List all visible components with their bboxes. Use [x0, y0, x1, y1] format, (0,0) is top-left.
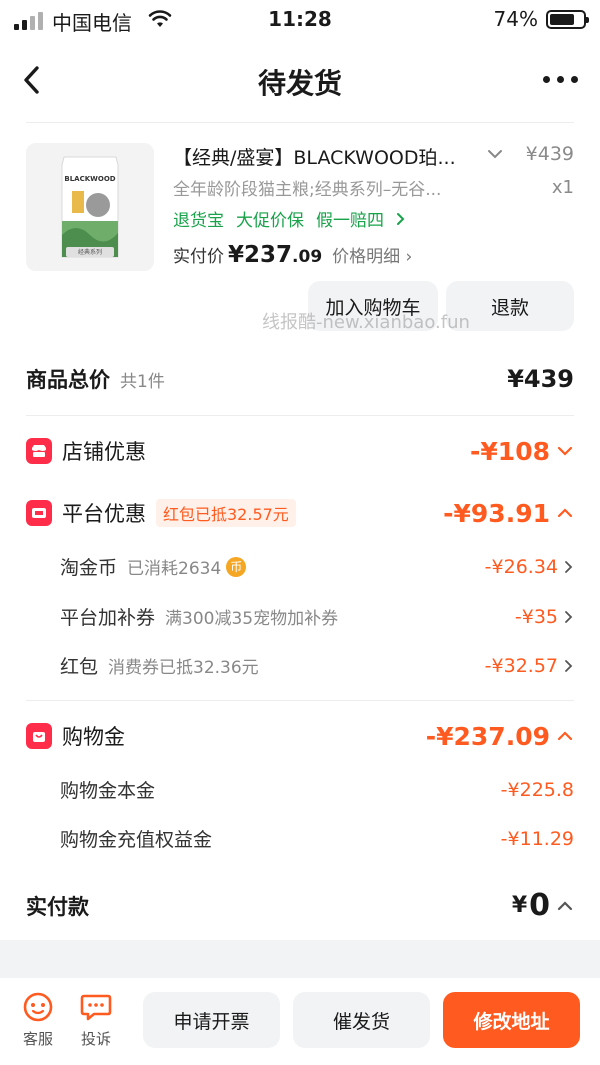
- divider: [26, 415, 574, 416]
- actual-paid-amount: 0: [529, 888, 550, 923]
- red-packet-amount: -¥32.57: [484, 654, 558, 677]
- platform-discount-row[interactable]: 平台优惠 红包已抵32.57元 -¥93.91: [26, 498, 574, 528]
- gold-principal-label: 购物金本金: [60, 780, 156, 802]
- platform-discount-amount: -¥93.91: [443, 498, 550, 528]
- shop-discount-label: 店铺优惠: [62, 440, 146, 464]
- taojinbi-amount: -¥26.34: [484, 555, 558, 578]
- add-to-cart-button[interactable]: 加入购物车: [308, 281, 438, 331]
- total-label: 商品总价: [26, 368, 110, 392]
- complaint-icon: [80, 994, 112, 1021]
- product-sku[interactable]: 全年龄阶段猫主粮;经典系列–无谷...: [173, 175, 483, 200]
- chevron-up-icon: [557, 508, 573, 518]
- change-address-button[interactable]: 修改地址: [443, 992, 580, 1048]
- platform-discount-label: 平台优惠: [62, 502, 146, 526]
- chevron-up-icon: [557, 900, 573, 910]
- actual-paid-row[interactable]: 实付款 ¥ 0: [26, 888, 574, 923]
- gold-bonus-label: 购物金充值权益金: [60, 829, 213, 851]
- svg-text:经典系列: 经典系列: [78, 248, 102, 256]
- platform-item-row[interactable]: 平台加补券 满300减35宠物加补券 -¥35: [60, 603, 574, 630]
- total-amount: ¥439: [507, 365, 574, 393]
- bonus-coupon-amount: -¥35: [514, 605, 558, 628]
- actual-paid-label: 实付款: [26, 894, 89, 919]
- service-guarantees[interactable]: 退货宝 大促价保 假一赔四: [173, 206, 406, 231]
- refund-button[interactable]: 退款: [446, 281, 574, 331]
- battery-percent: 74%: [493, 7, 538, 31]
- bottom-action-bar: 客服 投诉 申请开票 催发货 修改地址: [0, 978, 600, 1065]
- complaint-button[interactable]: 投诉: [74, 992, 118, 1049]
- chevron-right-icon: [397, 212, 405, 225]
- more-button[interactable]: [543, 76, 578, 83]
- shopping-gold-amount: -¥237.09: [425, 721, 550, 751]
- red-packet-label: 红包: [60, 656, 99, 678]
- battery-icon: [546, 10, 589, 29]
- status-bar: 中国电信 11:28 74%: [0, 0, 600, 40]
- chevron-right-icon: [565, 560, 573, 573]
- urge-shipping-button[interactable]: 催发货: [293, 992, 430, 1048]
- gold-principal-amount: -¥225.8: [500, 778, 574, 801]
- page-title: 待发货: [257, 67, 342, 100]
- customer-service-icon: [23, 992, 53, 1022]
- shop-discount-row[interactable]: 店铺优惠 -¥108: [26, 436, 574, 466]
- price-detail-link[interactable]: 价格明细 ›: [332, 242, 412, 267]
- svg-text:BLACKWOOD: BLACKWOOD: [64, 175, 115, 183]
- paid-label: 实付价: [173, 247, 224, 267]
- platform-item-row[interactable]: 淘金币 已消耗2634 币 -¥26.34: [60, 553, 574, 580]
- chevron-down-icon[interactable]: [486, 146, 504, 166]
- service-return: 退货宝: [173, 211, 224, 231]
- paid-decimals: .09: [292, 247, 323, 267]
- request-invoice-button[interactable]: 申请开票: [143, 992, 280, 1048]
- service-price-protect: 大促价保: [236, 211, 304, 231]
- nav-bar: 待发货: [0, 50, 600, 110]
- shopping-gold-label: 购物金: [62, 725, 125, 749]
- chevron-right-icon: [565, 610, 573, 623]
- customer-service-label: 客服: [22, 1030, 53, 1048]
- red-packet-tag: 红包已抵32.57元: [156, 499, 296, 527]
- gold-bonus-amount: -¥11.29: [500, 827, 574, 850]
- taojinbi-sub: 已消耗2634: [127, 559, 222, 579]
- chevron-right-icon: [565, 659, 573, 672]
- actual-paid-currency: ¥: [511, 893, 528, 918]
- customer-service-button[interactable]: 客服: [16, 992, 60, 1049]
- paid-currency: ¥: [228, 242, 245, 268]
- product-price: ¥439: [525, 143, 574, 165]
- bonus-coupon-sub: 满300减35宠物加补券: [165, 609, 339, 629]
- shopping-gold-item-row: 购物金本金 -¥225.8: [60, 776, 574, 803]
- paid-price: 实付价 ¥ 237 .09 价格明细 ›: [173, 242, 412, 268]
- red-packet-sub: 消费券已抵32.36元: [108, 658, 259, 678]
- platform-icon: [26, 500, 52, 526]
- chevron-up-icon: [557, 731, 573, 741]
- service-fake-compensation: 假一赔四: [316, 211, 384, 231]
- shop-icon: [26, 438, 52, 464]
- platform-item-row[interactable]: 红包 消费券已抵32.36元 -¥32.57: [60, 652, 574, 679]
- total-count: 共1件: [120, 371, 165, 392]
- paid-amount: 237: [244, 242, 293, 268]
- shopping-gold-item-row: 购物金充值权益金 -¥11.29: [60, 825, 574, 852]
- total-row: 商品总价 共1件 ¥439: [26, 364, 574, 394]
- more-dots-icon: [543, 76, 550, 83]
- product-image[interactable]: 经典系列 BLACKWOOD: [26, 143, 154, 271]
- divider: [26, 700, 574, 701]
- divider: [26, 122, 574, 123]
- shopping-bag-icon: [26, 723, 52, 749]
- chevron-down-icon: [557, 446, 573, 456]
- product-quantity: x1: [551, 177, 574, 198]
- bonus-coupon-label: 平台加补券: [60, 607, 156, 629]
- section-gap: [0, 940, 600, 978]
- coin-icon: 币: [226, 556, 247, 577]
- complaint-label: 投诉: [80, 1030, 111, 1048]
- shopping-gold-row[interactable]: 购物金 -¥237.09: [26, 721, 574, 751]
- shop-discount-amount: -¥108: [470, 436, 550, 466]
- product-title[interactable]: 【经典/盛宴】BLACKWOOD珀...: [173, 143, 483, 170]
- taojinbi-label: 淘金币: [60, 557, 118, 579]
